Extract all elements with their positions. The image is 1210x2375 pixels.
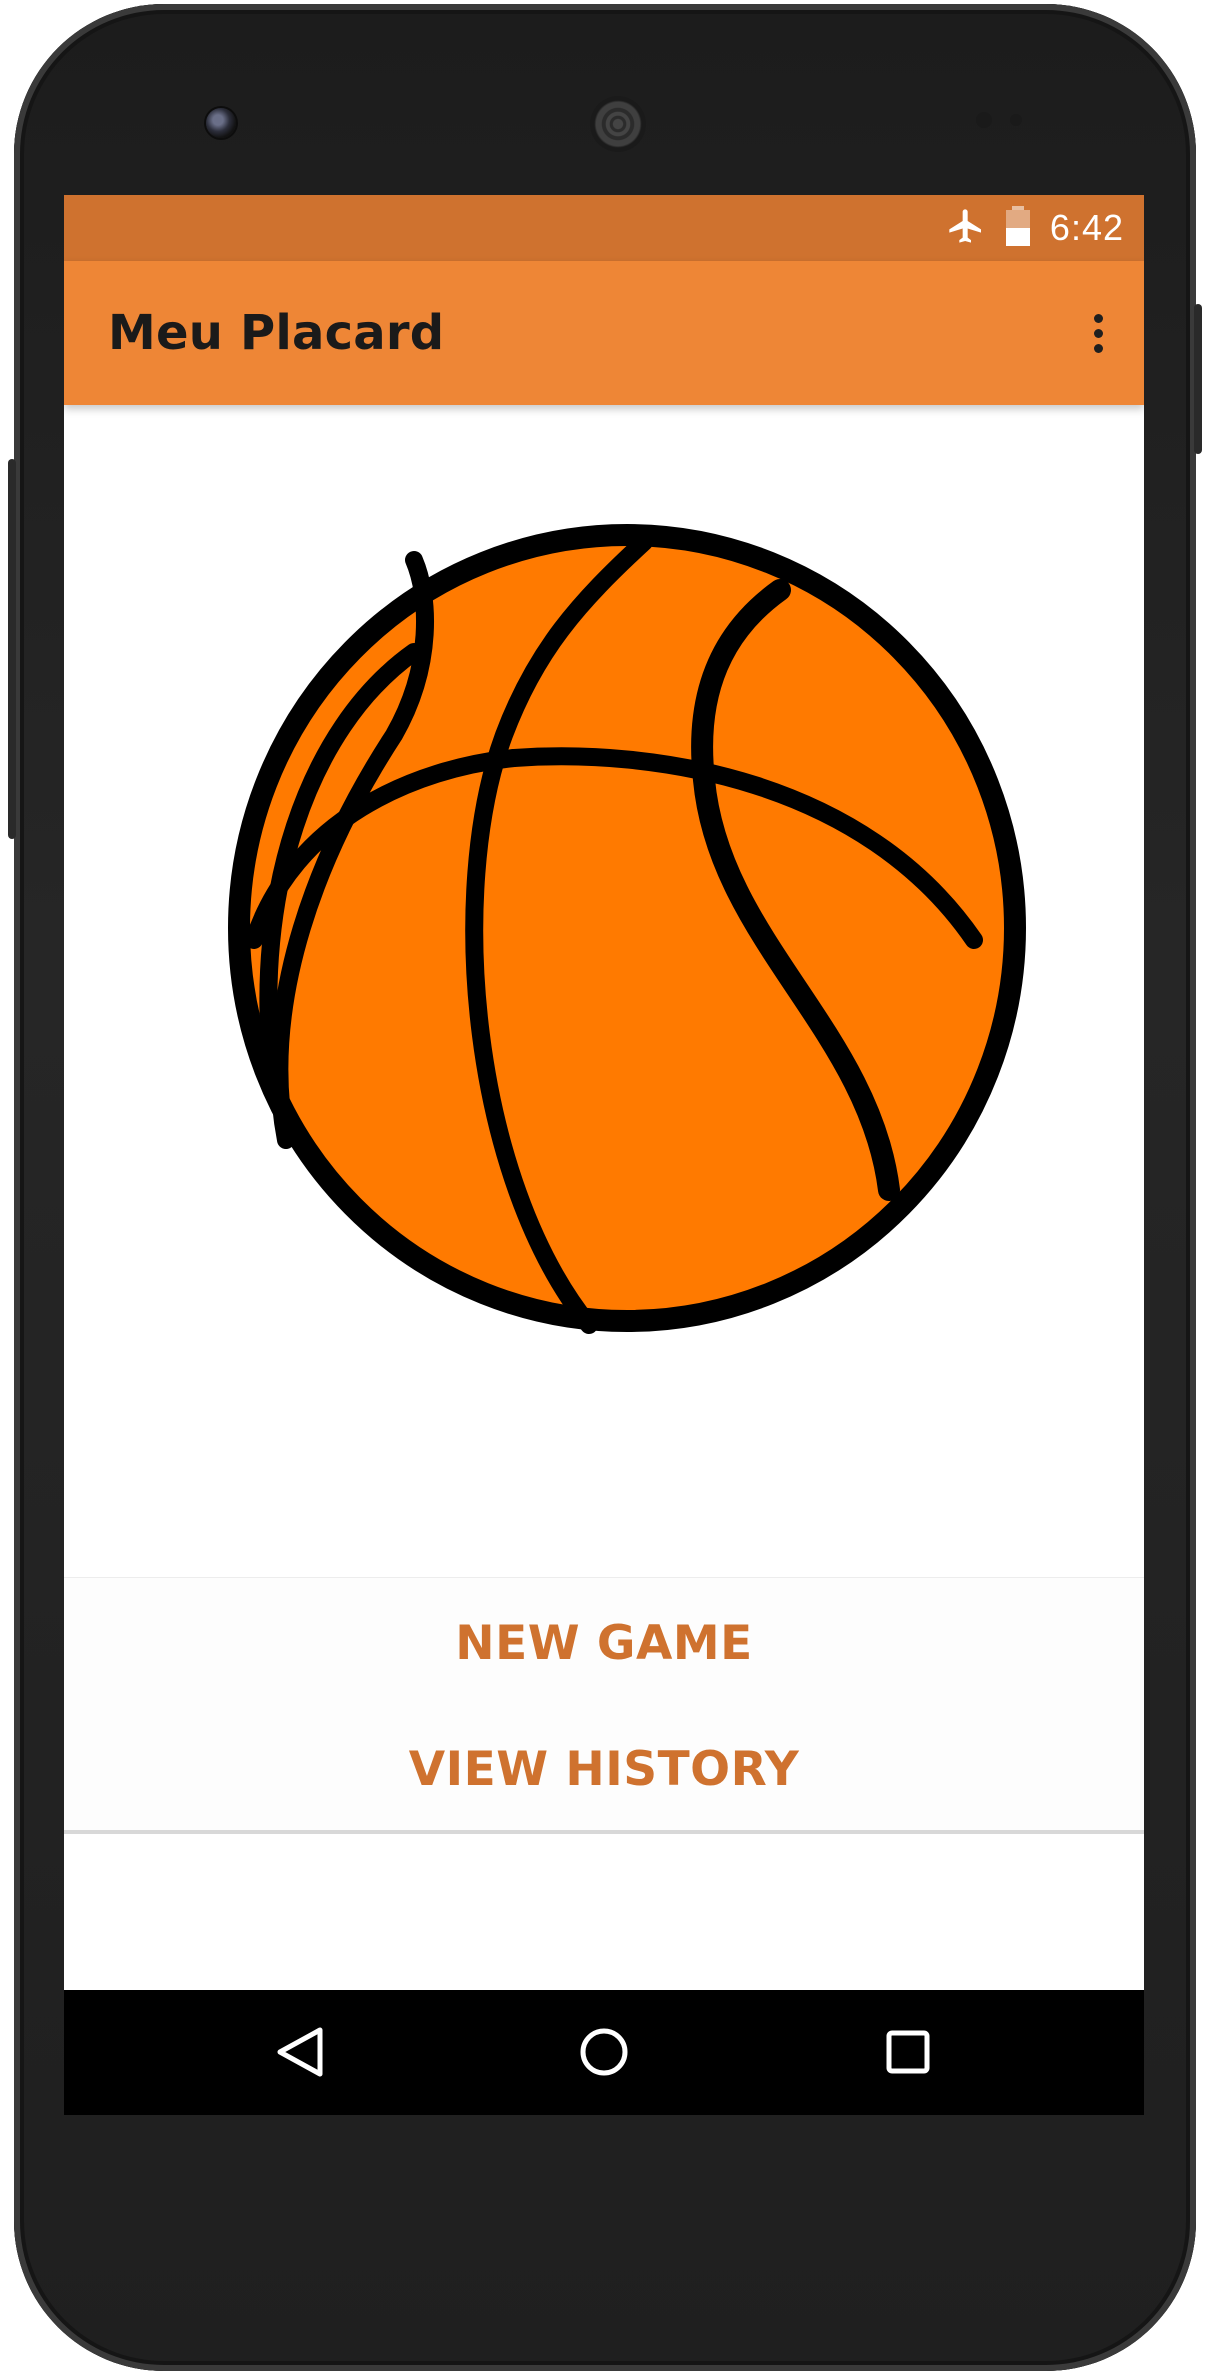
front-camera — [206, 108, 236, 138]
overflow-menu-icon[interactable] — [1074, 297, 1122, 369]
earpiece-speaker — [590, 96, 646, 152]
screen: 6:42 Meu Placard NEW GAME VIEW HISTORY — [64, 195, 1144, 2115]
navigation-bar — [64, 1990, 1144, 2115]
back-icon[interactable] — [268, 2020, 332, 2084]
power-button — [8, 459, 16, 839]
airplane-mode-icon — [946, 206, 986, 251]
action-panel: NEW GAME VIEW HISTORY — [64, 1577, 1144, 1834]
view-history-button[interactable]: VIEW HISTORY — [64, 1742, 1144, 1797]
basketball-illustration — [228, 524, 1026, 1334]
status-bar: 6:42 — [64, 195, 1144, 261]
app-bar: Meu Placard — [64, 261, 1144, 405]
proximity-sensor — [976, 112, 992, 128]
app-title: Meu Placard — [108, 305, 445, 361]
new-game-button[interactable]: NEW GAME — [64, 1616, 1144, 1671]
volume-button — [1194, 304, 1202, 454]
light-sensor — [1010, 114, 1022, 126]
recents-icon[interactable] — [876, 2020, 940, 2084]
battery-icon — [1004, 205, 1032, 251]
status-time: 6:42 — [1049, 207, 1124, 248]
home-icon[interactable] — [572, 2020, 636, 2084]
